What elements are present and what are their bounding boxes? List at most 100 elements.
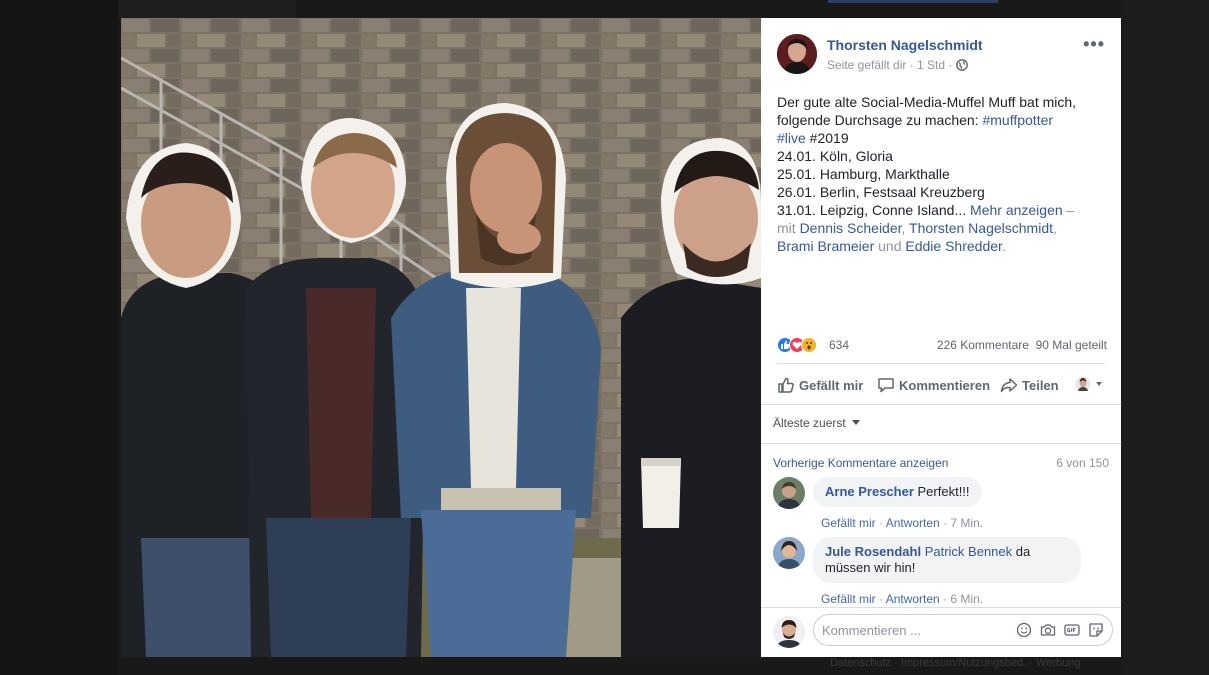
reaction-count[interactable]: 634 [829, 338, 849, 352]
wow-reaction-icon[interactable] [801, 337, 817, 353]
reactions-right: 226 Kommentare 90 Mal geteilt [937, 338, 1107, 352]
my-avatar-image [773, 616, 805, 648]
post-text-line3: #live #2019 [777, 129, 1109, 147]
like-button-label: Gefällt mir [799, 378, 864, 393]
comment-text-line2: müssen wir hin! [825, 560, 916, 575]
comment-time[interactable]: 7 Min. [950, 516, 983, 530]
post-text-line2: folgende Durchsage zu machen: #muffpotte… [777, 111, 1109, 129]
tour-date-koeln: 24.01. Köln, Gloria [777, 148, 893, 164]
share-arrow-icon [1000, 378, 1018, 393]
tour-date-leipzig: 31.01. Leipzig, Conne Island... [777, 202, 971, 218]
emoji-icon[interactable] [1016, 622, 1032, 638]
comment-item: Arne Prescher Perfekt!!! Gefällt mir · A… [773, 477, 1113, 539]
comment-bubble: Arne Prescher Perfekt!!! [813, 477, 982, 507]
more-dash: – [1062, 202, 1075, 218]
camera-icon[interactable] [1040, 622, 1056, 638]
comment-reply-link[interactable]: Antworten [886, 592, 940, 606]
tagged-mit: mit [777, 220, 800, 236]
tour-date-hamburg: 25.01. Hamburg, Markthalle [777, 166, 950, 182]
comments-count: 6 von 150 [1056, 456, 1109, 470]
wow-reaction-glyph [806, 342, 812, 350]
tagged-und: und [874, 238, 906, 254]
post-as-selector[interactable] [1075, 374, 1111, 394]
post-photo[interactable] [121, 18, 761, 657]
tagged-period: . [1001, 238, 1006, 254]
comment-button-label: Kommentieren [899, 378, 991, 393]
tour-date-leipzig-line: 31.01. Leipzig, Conne Island... Mehr anz… [777, 201, 1109, 219]
divider-sort [761, 443, 1121, 444]
comment-text-line1: da [1012, 544, 1031, 559]
my-avatar [773, 616, 805, 648]
tagged-line1: mit Dennis Scheider, Thorsten Nagelschmi… [777, 219, 1109, 237]
post-panel: Thorsten Nagelschmidt Seite gefällt dir … [761, 18, 1121, 657]
more-options-icon[interactable]: ••• [1083, 34, 1105, 55]
speech-bubble-icon [878, 378, 894, 393]
post-actions: Gefällt mir Kommentieren Teilen [777, 374, 1107, 396]
divider-compose [761, 607, 1121, 608]
commenter-name[interactable]: Arne Prescher [825, 484, 914, 499]
comment-reply-link[interactable]: Antworten [886, 516, 940, 530]
post-text-line2-pre: folgende Durchsage zu machen: [777, 112, 983, 128]
backdrop-right [1121, 0, 1209, 675]
tagged-comma1: , [901, 220, 910, 236]
post-text-2019: #2019 [805, 130, 849, 146]
more-link[interactable]: Mehr anzeigen [970, 202, 1063, 218]
commenter-avatar-image [773, 477, 805, 509]
tag-thorsten-nagelschmidt[interactable]: Thorsten Nagelschmidt [909, 220, 1053, 236]
author-avatar-image [777, 34, 817, 74]
post-meta-text: Seite gefällt dir · 1 Std · [827, 58, 953, 72]
post-meta: Seite gefällt dir · 1 Std · [827, 58, 968, 72]
hashtag-muffpotter[interactable]: #muffpotter [982, 112, 1053, 128]
comment-actions: Gefällt mir · Antworten · 7 Min. [821, 516, 984, 530]
author-name[interactable]: Thorsten Nagelschmidt [827, 37, 983, 53]
comment-time[interactable]: 6 Min. [950, 592, 983, 606]
divider-reactions [777, 363, 1105, 364]
comment-item: Jule Rosendahl Patrick Bennek da müssen … [773, 537, 1113, 607]
footer-links[interactable]: Datenschutz · Impressum/Nutzungsbed. · W… [830, 657, 1080, 669]
share-button-label: Teilen [1022, 378, 1059, 393]
chevron-down-icon [852, 420, 861, 425]
post-text: Der gute alte Social-Media-Muffel Muff b… [777, 93, 1109, 255]
comment-actions: Gefällt mir · Antworten · 6 Min. [821, 592, 984, 606]
comment-avatar[interactable] [773, 537, 805, 569]
backdrop-top-bar [828, 0, 998, 3]
tagged-line2: Brami Brameier und Eddie Shredder. [777, 237, 1109, 255]
tag-brami-brameier[interactable]: Brami Brameier [777, 238, 874, 254]
post-text-line1: Der gute alte Social-Media-Muffel Muff b… [777, 94, 1077, 110]
tag-dennis-scheider[interactable]: Dennis Scheider [800, 220, 902, 236]
share-count[interactable]: 90 Mal geteilt [1036, 338, 1107, 352]
comment-sort-label: Älteste zuerst [773, 416, 846, 430]
backdrop-top-block [118, 0, 296, 18]
comment-sort-dropdown[interactable]: Älteste zuerst [773, 416, 861, 430]
reactions-bar: 634 226 Kommentare 90 Mal geteilt [777, 336, 1107, 356]
band-photo-illustration [121, 18, 761, 657]
thumbs-up-icon [778, 377, 794, 393]
tag-eddie-shredder[interactable]: Eddie Shredder [905, 238, 1002, 254]
comment-avatar[interactable] [773, 477, 805, 509]
divider-actions [761, 404, 1121, 405]
post-header: Thorsten Nagelschmidt Seite gefällt dir … [777, 34, 1107, 78]
commenter-avatar-image [773, 537, 805, 569]
comment-bubble: Jule Rosendahl Patrick Bennek da müssen … [813, 537, 1081, 583]
author-avatar[interactable] [777, 34, 817, 74]
comment-like-link[interactable]: Gefällt mir [821, 516, 876, 530]
tagged-comma2: , [1053, 220, 1057, 236]
comment-composer: Kommentieren ... [773, 614, 1113, 650]
globe-icon[interactable] [955, 59, 968, 71]
comment-button[interactable]: Kommentieren [877, 376, 990, 394]
previous-comments-link[interactable]: Vorherige Kommentare anzeigen [773, 456, 948, 470]
commenter-name[interactable]: Jule Rosendahl [825, 544, 921, 559]
sticker-icon[interactable] [1088, 622, 1104, 638]
comment-like-link[interactable]: Gefällt mir [821, 592, 876, 606]
comment-count[interactable]: 226 Kommentare [937, 338, 1029, 352]
profile-switch-icon [1075, 376, 1102, 392]
comment-tag[interactable]: Patrick Bennek [925, 544, 1012, 559]
tour-date-berlin: 26.01. Berlin, Festsaal Kreuzberg [777, 184, 985, 200]
comment-input[interactable]: Kommentieren ... [813, 614, 1113, 646]
hashtag-live[interactable]: #live [777, 130, 806, 146]
comment-text: Perfekt!!! [917, 484, 970, 499]
comment-input-placeholder: Kommentieren ... [822, 623, 921, 638]
like-button[interactable]: Gefällt mir [777, 376, 863, 394]
share-button[interactable]: Teilen [1000, 376, 1059, 394]
gif-icon[interactable] [1064, 622, 1080, 638]
